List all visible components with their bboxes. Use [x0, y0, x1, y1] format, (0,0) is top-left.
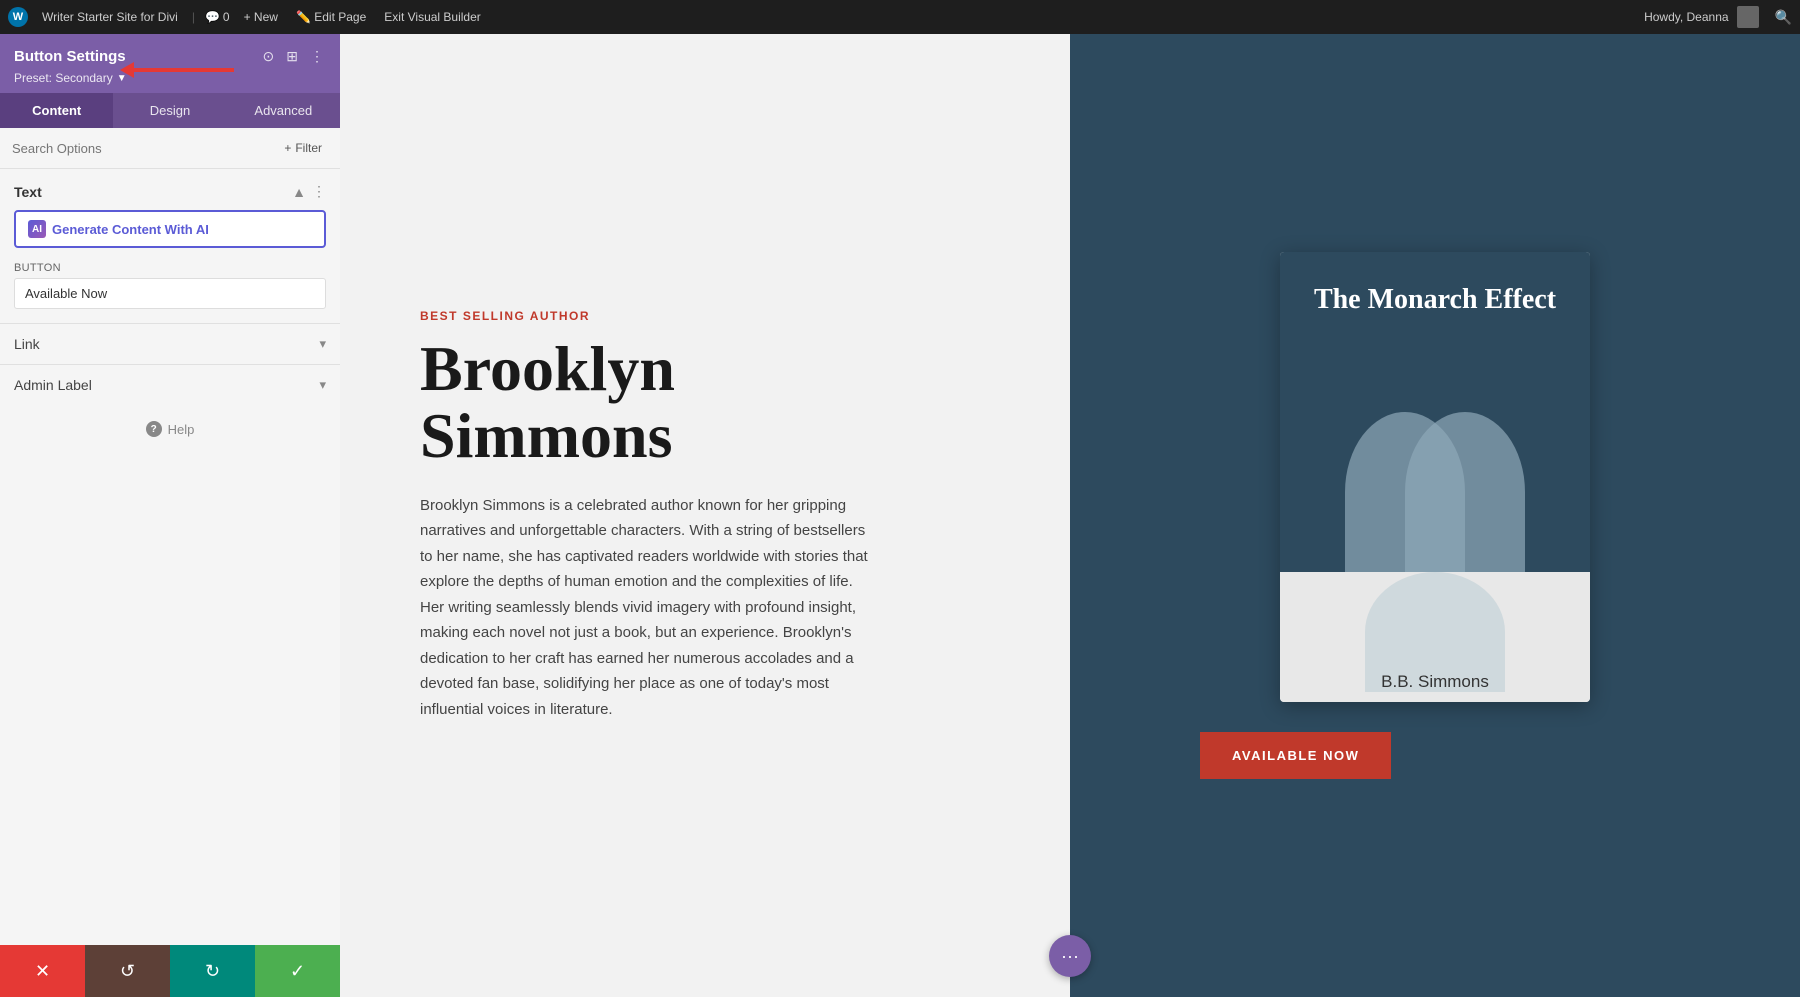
search-bar: + Filter — [0, 128, 340, 169]
admin-bar: W Writer Starter Site for Divi | 💬 0 + N… — [0, 0, 1800, 34]
ai-generate-button[interactable]: AI Generate Content With AI — [14, 210, 326, 248]
panel-grid-icon[interactable]: ⊞ — [284, 46, 300, 67]
undo-button[interactable]: ↺ — [85, 945, 170, 997]
book-title: The Monarch Effect — [1314, 282, 1556, 318]
close-button[interactable]: ✕ — [0, 945, 85, 997]
preset-row: Preset: Secondary ▼ — [14, 71, 326, 85]
fab-button[interactable]: ··· — [1049, 935, 1091, 977]
panel-header: Button Settings ⊙ ⊞ ⋮ Preset: Secondary … — [0, 34, 340, 93]
book-author: B.B. Simmons — [1381, 582, 1489, 692]
leaf-right-decor — [1405, 412, 1525, 572]
redo-icon: ↻ — [205, 961, 220, 982]
tab-content[interactable]: Content — [0, 93, 113, 128]
avatar — [1737, 6, 1759, 28]
panel-copy-icon[interactable]: ⊙ — [261, 46, 277, 67]
panel-content: + Filter Text ▲ ⋮ AI Generate Content Wi… — [0, 128, 340, 997]
text-section-title: Text — [14, 184, 42, 200]
preset-label: Preset: Secondary — [14, 71, 113, 85]
exit-builder-link[interactable]: Exit Visual Builder — [380, 8, 485, 26]
book-bottom: B.B. Simmons — [1280, 572, 1590, 702]
content-left: BEST SELLING AUTHOR BrooklynSimmons Broo… — [340, 34, 1070, 997]
edit-page-link[interactable]: ✏️ Edit Page — [292, 8, 370, 26]
right-content: BEST SELLING AUTHOR BrooklynSimmons Broo… — [340, 34, 1800, 997]
help-label: Help — [168, 422, 195, 437]
panel-title: Button Settings — [14, 48, 126, 65]
subtitle: BEST SELLING AUTHOR — [420, 309, 1010, 323]
panel-title-icons: ⊙ ⊞ ⋮ — [261, 46, 326, 67]
admin-bar-left: W Writer Starter Site for Divi | 💬 0 + N… — [8, 7, 1632, 27]
search-icon[interactable]: 🔍 — [1775, 9, 1792, 26]
button-field-group: Button — [0, 262, 340, 323]
ai-button-label: Generate Content With AI — [52, 222, 209, 237]
comment-icon: 💬 — [205, 10, 220, 24]
preset-dropdown-icon[interactable]: ▼ — [117, 73, 127, 84]
button-field-label: Button — [14, 262, 326, 274]
tab-design[interactable]: Design — [113, 93, 226, 128]
tab-advanced[interactable]: Advanced — [227, 93, 340, 128]
book-card: The Monarch Effect B.B. Simmons — [1280, 252, 1590, 702]
undo-icon: ↺ — [120, 961, 135, 982]
available-now-button[interactable]: AVAILABLE NOW — [1200, 732, 1391, 779]
ai-icon: AI — [28, 220, 46, 238]
bottom-toolbar: ✕ ↺ ↻ ✓ — [0, 945, 340, 997]
help-row[interactable]: ? Help — [0, 405, 340, 453]
filter-icon: + — [284, 141, 291, 155]
pencil-icon: ✏️ — [296, 10, 311, 24]
checkmark-icon: ✓ — [290, 961, 305, 982]
howdy-label: Howdy, Deanna — [1644, 10, 1729, 24]
comments-link[interactable]: 💬 0 — [205, 10, 230, 24]
section-controls: ▲ ⋮ — [292, 183, 326, 200]
close-icon: ✕ — [35, 961, 50, 982]
admin-label-section-row[interactable]: Admin Label ▾ — [0, 364, 340, 405]
save-button[interactable]: ✓ — [255, 945, 340, 997]
book-cover: The Monarch Effect — [1280, 252, 1590, 572]
section-menu-btn[interactable]: ⋮ — [312, 183, 326, 200]
help-icon: ? — [146, 421, 162, 437]
text-section-header: Text ▲ ⋮ — [0, 169, 340, 208]
author-bio: Brooklyn Simmons is a celebrated author … — [420, 493, 880, 723]
main-layout: Button Settings ⊙ ⊞ ⋮ Preset: Secondary … — [0, 34, 1800, 997]
redo-button[interactable]: ↻ — [170, 945, 255, 997]
content-right: The Monarch Effect B.B. Simmons AVA — [1070, 34, 1800, 997]
button-field-input[interactable] — [14, 278, 326, 309]
link-chevron-icon: ▾ — [319, 336, 326, 352]
book-decoration — [1280, 372, 1590, 572]
author-name: BrooklynSimmons — [420, 335, 1010, 469]
page-content: BEST SELLING AUTHOR BrooklynSimmons Broo… — [340, 34, 1800, 997]
panel-tabs: Content Design Advanced — [0, 93, 340, 128]
new-link[interactable]: + New — [240, 8, 282, 26]
panel-more-icon[interactable]: ⋮ — [308, 46, 326, 67]
search-input[interactable] — [12, 141, 270, 156]
admin-label-section-label: Admin Label — [14, 377, 92, 393]
link-section-label: Link — [14, 336, 40, 352]
admin-bar-right: Howdy, Deanna 🔍 — [1644, 6, 1792, 28]
admin-label-chevron-icon: ▾ — [319, 377, 326, 393]
wordpress-logo-icon[interactable]: W — [8, 7, 28, 27]
filter-button[interactable]: + Filter — [278, 138, 328, 158]
section-collapse-btn[interactable]: ▲ — [292, 184, 306, 200]
left-panel: Button Settings ⊙ ⊞ ⋮ Preset: Secondary … — [0, 34, 340, 997]
link-section-row[interactable]: Link ▾ — [0, 323, 340, 364]
fab-dots-icon: ··· — [1061, 946, 1079, 967]
site-name-link[interactable]: Writer Starter Site for Divi — [38, 8, 182, 26]
